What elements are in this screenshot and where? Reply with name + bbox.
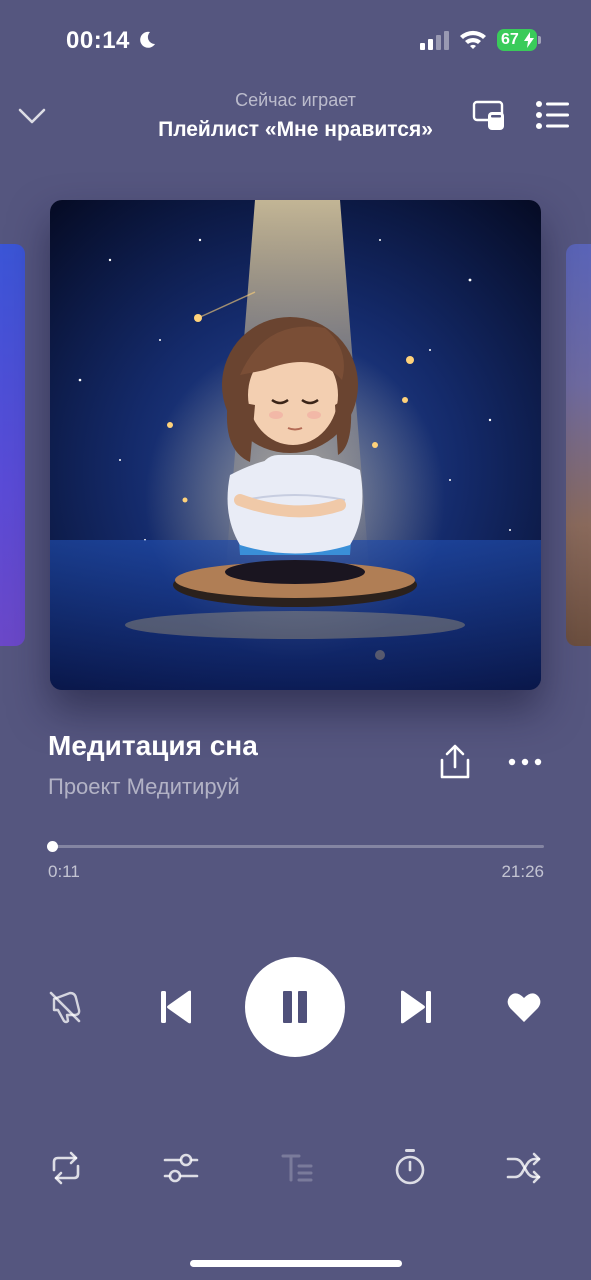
share-icon[interactable]	[438, 744, 472, 780]
previous-track-cover[interactable]	[0, 244, 25, 646]
player-screen: 00:14 67 Сейчас играет Плейлист «Мне нра…	[0, 0, 591, 1280]
repeat-icon[interactable]	[48, 1150, 84, 1186]
equalizer-icon[interactable]	[162, 1150, 200, 1186]
next-track-cover[interactable]	[566, 244, 591, 646]
progress-knob[interactable]	[47, 841, 59, 852]
home-indicator[interactable]	[190, 1260, 402, 1267]
more-options-icon[interactable]	[507, 752, 543, 772]
shuffle-icon[interactable]	[505, 1150, 543, 1186]
battery-charging-icon	[524, 32, 534, 48]
pause-button[interactable]	[245, 957, 345, 1057]
battery-indicator: 67	[497, 29, 541, 51]
elapsed-time: 0:11	[48, 862, 80, 881]
album-artwork	[50, 200, 541, 690]
total-time: 21:26	[501, 862, 544, 881]
device-cast-icon[interactable]	[472, 98, 508, 132]
queue-list-icon[interactable]	[535, 100, 571, 130]
heart-icon[interactable]	[506, 990, 542, 1024]
skip-next-icon[interactable]	[398, 988, 434, 1026]
wifi-icon	[460, 30, 486, 49]
pause-icon	[283, 991, 292, 1023]
status-time: 00:14	[66, 27, 130, 54]
dislike-icon[interactable]	[48, 990, 82, 1024]
sleep-timer-icon[interactable]	[393, 1148, 427, 1186]
lyrics-icon	[281, 1154, 313, 1182]
cellular-signal-icon	[420, 31, 449, 50]
skip-previous-icon[interactable]	[158, 988, 194, 1026]
track-title[interactable]: Медитация сна	[48, 730, 258, 762]
progress-bar[interactable]	[47, 841, 544, 852]
moon-icon	[140, 31, 155, 48]
track-artist[interactable]: Проект Медитируй	[48, 774, 240, 800]
